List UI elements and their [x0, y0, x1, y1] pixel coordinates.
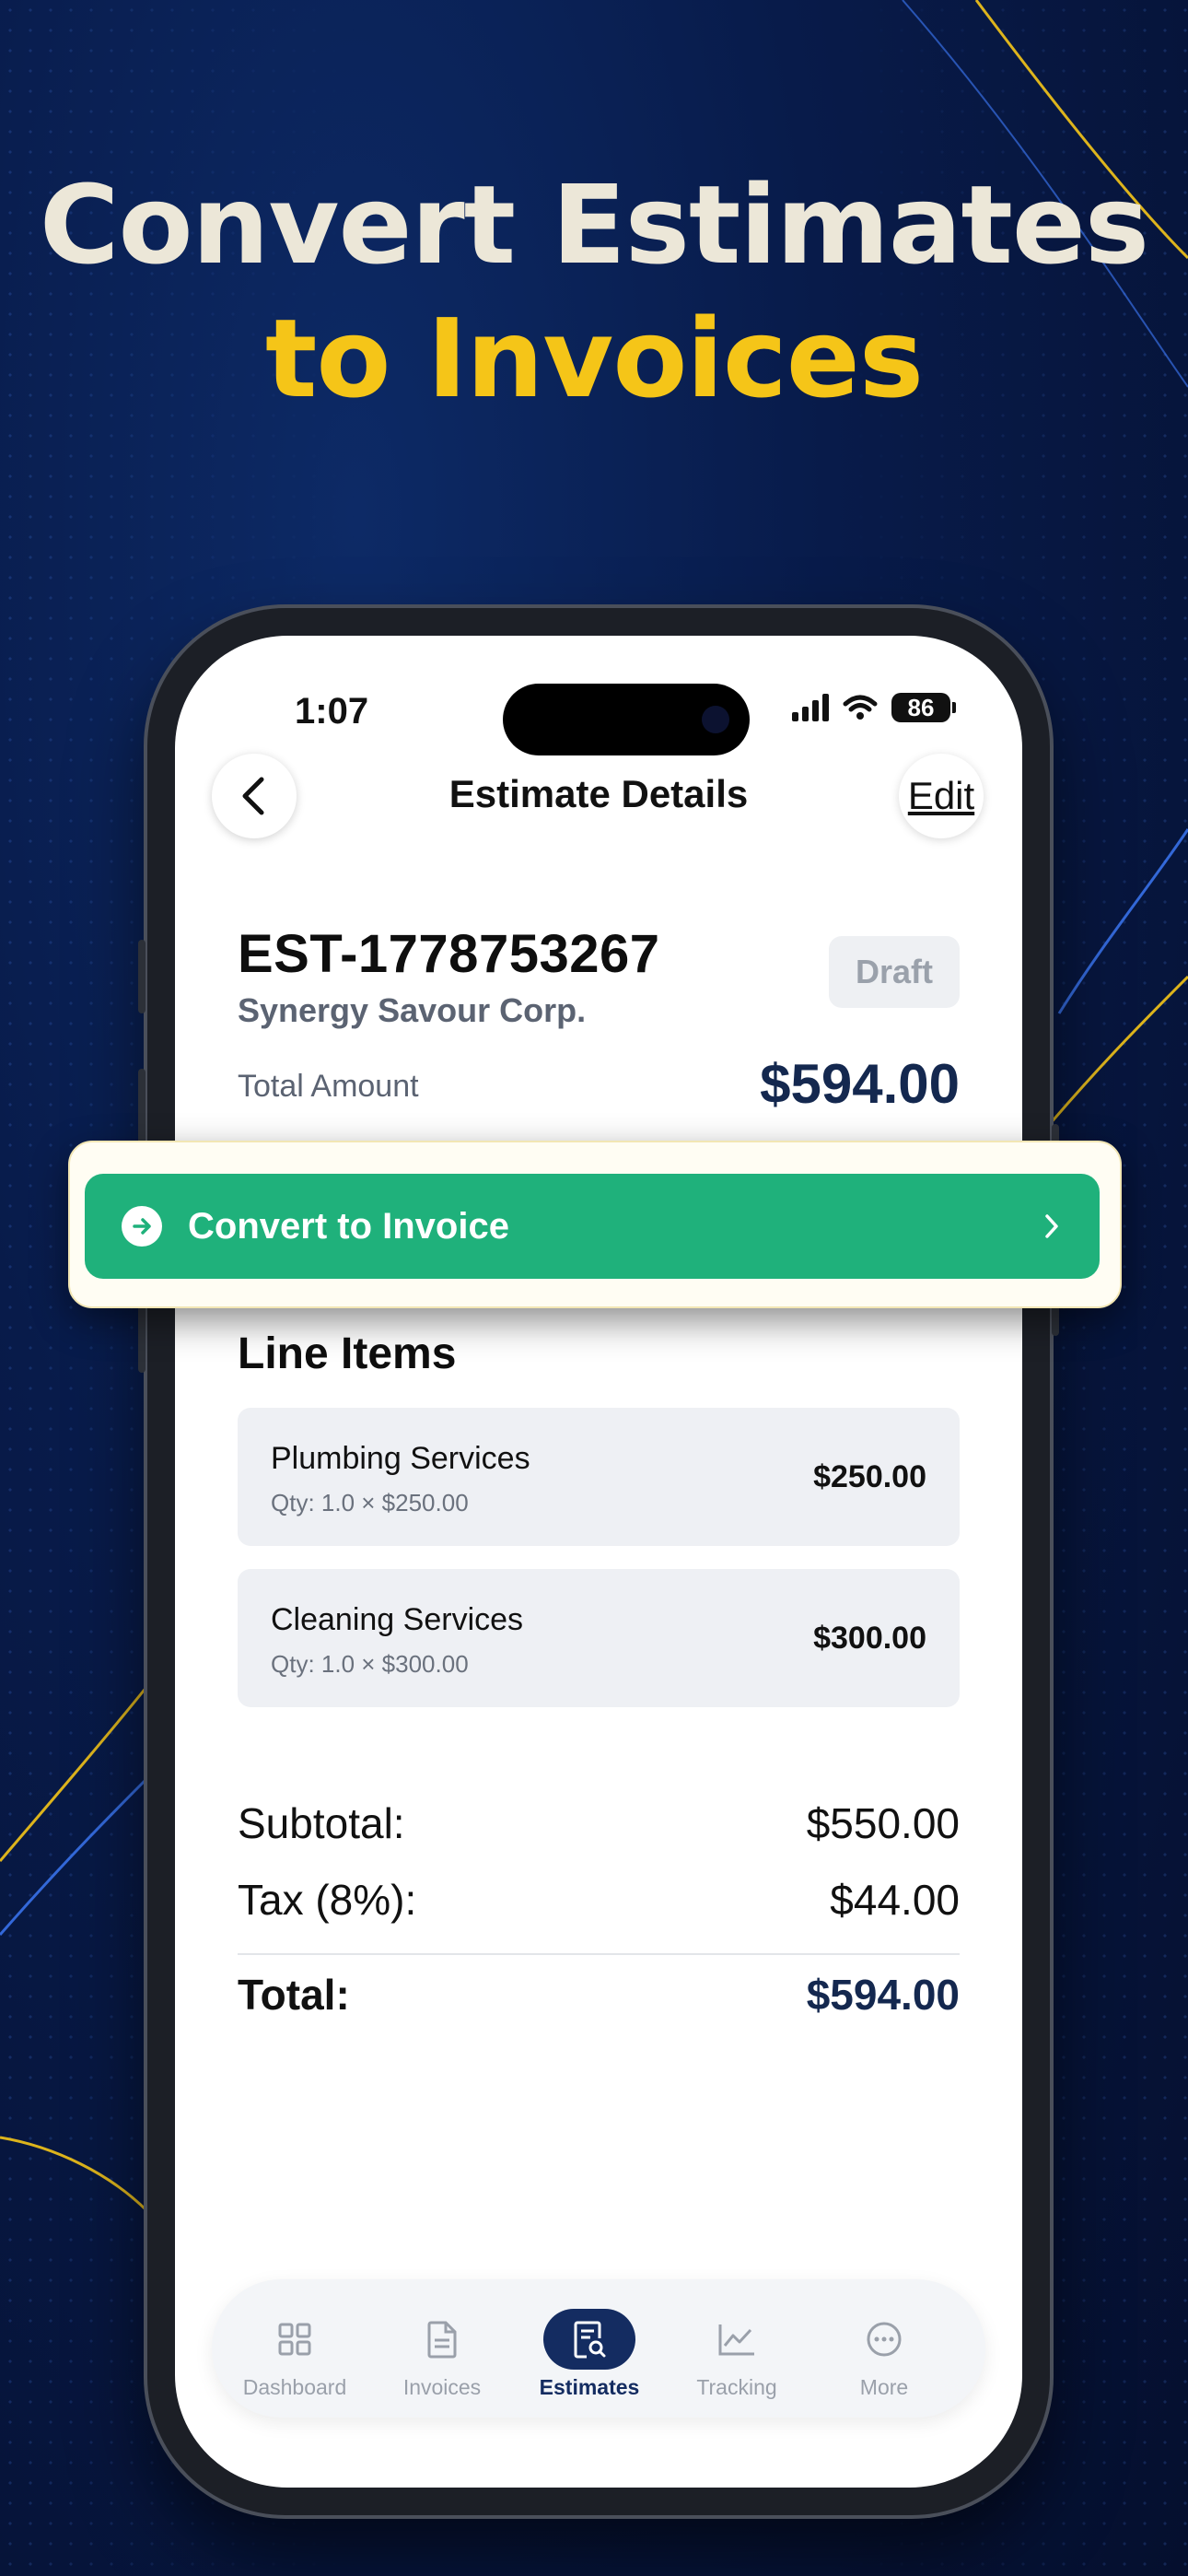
grand-total-row: Total: $594.00	[238, 1970, 960, 2020]
convert-label: Convert to Invoice	[188, 1205, 509, 1247]
page-title: Estimate Details	[448, 772, 749, 815]
line-items-title: Line Items	[238, 1329, 457, 1378]
status-badge: Draft	[829, 936, 960, 1008]
client-name: Synergy Savour Corp.	[238, 991, 587, 1029]
tab-bar: Dashboard Invoices Estimates Tracking Mo…	[212, 2279, 985, 2418]
line-item-qty: Qty: 1.0 × $250.00	[271, 1489, 469, 1516]
line-item-name: Plumbing Services	[271, 1441, 530, 1476]
chart-icon	[718, 2324, 754, 2356]
subtotal-value: $550.00	[806, 1799, 960, 1847]
line-item-name: Cleaning Services	[271, 1602, 524, 1637]
tab-label: Dashboard	[242, 2375, 347, 2399]
convert-card: Convert to Invoice	[68, 1141, 1122, 1308]
tab-dashboard[interactable]: Dashboard	[226, 2279, 364, 2418]
arrow-right-circle-icon	[122, 1206, 162, 1247]
headline-line-1: Convert Estimates	[39, 161, 1149, 288]
chevron-right-icon	[1045, 1214, 1058, 1238]
line-item[interactable]: Plumbing Services Qty: 1.0 × $250.00 $25…	[238, 1408, 960, 1546]
grand-total-label: Total:	[238, 1971, 350, 2019]
line-item[interactable]: Cleaning Services Qty: 1.0 × $300.00 $30…	[238, 1569, 960, 1707]
convert-to-invoice-button[interactable]: Convert to Invoice	[85, 1174, 1100, 1279]
phone-screen: 1:07 86 Estimate Details Edit EST-177875…	[175, 636, 1022, 2488]
tax-label: Tax (8%):	[238, 1876, 417, 1924]
line-item-amount: $300.00	[813, 1621, 926, 1656]
tab-label: Tracking	[696, 2375, 777, 2399]
estimate-number: EST-1778753267	[238, 924, 660, 984]
subtotal-row: Subtotal: $550.00	[238, 1798, 960, 1848]
tab-label: Estimates	[539, 2375, 640, 2399]
grand-total-value: $594.00	[806, 1971, 960, 2019]
tab-more[interactable]: More	[815, 2279, 953, 2418]
headline-line-2: to Invoices	[264, 295, 924, 422]
total-amount-label: Total Amount	[238, 1069, 419, 1104]
tax-row: Tax (8%): $44.00	[238, 1875, 960, 1925]
more-icon	[867, 2322, 902, 2357]
tab-invoices[interactable]: Invoices	[373, 2279, 511, 2418]
tab-estimates[interactable]: Estimates	[520, 2279, 658, 2418]
total-amount-value: $594.00	[760, 1053, 960, 1115]
estimate-search-icon	[574, 2321, 606, 2359]
tab-label: More	[859, 2375, 909, 2399]
grid-icon	[278, 2323, 311, 2356]
status-icons: 86	[792, 693, 956, 722]
line-item-qty: Qty: 1.0 × $300.00	[271, 1650, 469, 1678]
phone-frame: 1:07 86 Estimate Details Edit EST-177875…	[138, 608, 1059, 2515]
line-item-amount: $250.00	[813, 1459, 926, 1494]
subtotal-label: Subtotal:	[238, 1799, 405, 1847]
status-time: 1:07	[295, 691, 369, 732]
summary-divider	[238, 1953, 960, 1955]
document-icon	[427, 2321, 457, 2359]
edit-button[interactable]: Edit	[899, 754, 984, 838]
tax-value: $44.00	[830, 1876, 960, 1924]
tab-tracking[interactable]: Tracking	[668, 2279, 806, 2418]
wifi-icon	[843, 695, 878, 720]
phone-side-button	[138, 940, 146, 1013]
battery-icon: 86	[891, 693, 956, 722]
tab-label: Invoices	[402, 2375, 482, 2399]
cellular-signal-icon	[792, 694, 829, 721]
dynamic-island	[503, 684, 750, 755]
